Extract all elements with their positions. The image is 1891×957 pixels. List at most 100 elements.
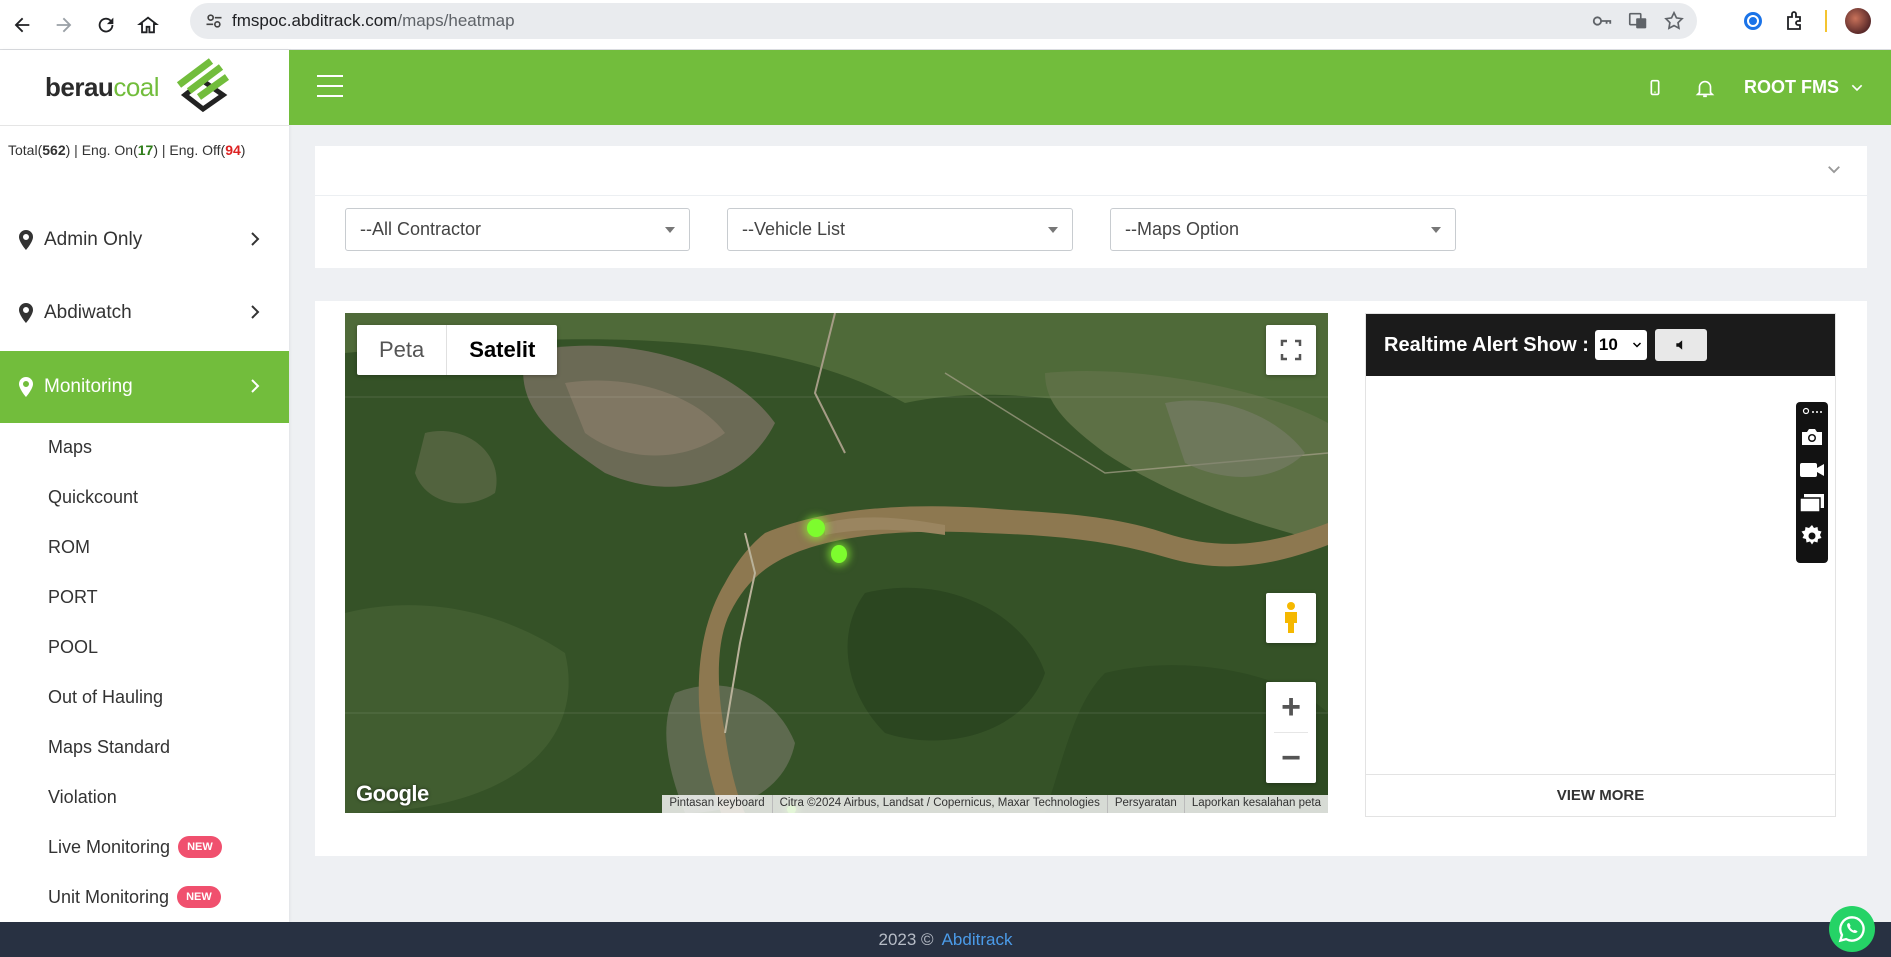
app-header: ROOT FMS (289, 50, 1891, 125)
google-logo: Google (356, 781, 429, 806)
whatsapp-chat-button[interactable] (1829, 906, 1875, 952)
gear-icon[interactable] (1796, 519, 1828, 552)
stats-total: 562 (42, 142, 66, 158)
bell-icon[interactable] (1694, 77, 1716, 99)
map-type-control: Peta Satelit (357, 325, 558, 375)
profile-avatar[interactable] (1845, 8, 1871, 34)
filter-panel-header (315, 146, 1867, 196)
alert-title: Realtime Alert Show : (1384, 333, 1589, 356)
street-view-pegman-button[interactable] (1266, 593, 1316, 643)
fullscreen-button[interactable] (1266, 325, 1316, 375)
back-icon[interactable] (2, 5, 42, 45)
sidebar-item-port[interactable]: PORT (48, 582, 98, 612)
stats-engine-on: 17 (137, 142, 154, 158)
contractor-select-value: --All Contractor (360, 219, 482, 239)
sidebar-item-quickcount[interactable]: Quickcount (48, 482, 138, 512)
footer-abditrack-link[interactable]: Abditrack (942, 930, 1013, 950)
sidebar-group-label: Admin Only (44, 229, 143, 250)
map-pin-icon (19, 377, 33, 397)
report-error-link[interactable]: Laporkan kesalahan peta (1183, 795, 1328, 813)
user-name: ROOT FMS (1744, 77, 1839, 97)
terms-link[interactable]: Persyaratan (1106, 795, 1184, 813)
site-info-icon[interactable] (196, 3, 232, 39)
new-badge: NEW (177, 886, 221, 908)
sidebar-item-violation[interactable]: Violation (48, 782, 117, 812)
chevron-down-icon[interactable] (1825, 160, 1843, 178)
whatsapp-icon (1838, 916, 1865, 943)
extensions-puzzle-icon[interactable] (1783, 9, 1807, 33)
sidebar-item-label: ROM (48, 536, 90, 557)
video-camera-icon[interactable] (1796, 453, 1828, 486)
capture-toolbar (1796, 402, 1828, 563)
sidebar-item-label: Unit Monitoring (48, 886, 170, 907)
stats-total-label: Total (8, 142, 38, 158)
reload-icon[interactable] (86, 5, 126, 45)
camera-icon[interactable] (1796, 420, 1828, 453)
sidebar-item-label: Violation (48, 786, 117, 807)
brand-wordmark: beraucoal (45, 72, 160, 103)
translate-icon[interactable] (1627, 10, 1649, 32)
browser-toolbar: fmspoc.abditrack.com/maps/heatmap (0, 0, 1891, 50)
keyboard-shortcuts-link[interactable]: Pintasan keyboard (662, 795, 771, 813)
brand-name-bold: berau (45, 72, 114, 102)
sound-toggle-button[interactable] (1654, 329, 1707, 361)
chevron-down-icon (1851, 84, 1863, 91)
sidebar-item-label: Quickcount (48, 486, 139, 507)
sidebar-item-label: Maps Standard (48, 736, 171, 757)
mobile-icon[interactable] (1644, 77, 1666, 99)
forward-icon[interactable] (44, 5, 84, 45)
caret-down-icon (1431, 227, 1441, 233)
engine-stats: Total(562) | Eng. On(17) | Eng. Off(94) (8, 142, 246, 158)
sidebar-group-abdiwatch[interactable]: Abdiwatch (0, 277, 289, 349)
stats-engine-off: 94 (225, 142, 241, 158)
sidebar-group-monitoring[interactable]: Monitoring (0, 351, 289, 423)
contractor-select[interactable]: --All Contractor (345, 208, 690, 251)
caret-down-icon (1048, 227, 1058, 233)
fullscreen-icon (1280, 339, 1302, 361)
map-type-peta-button[interactable]: Peta (357, 325, 446, 375)
sidebar-item-pool[interactable]: POOL (48, 632, 98, 662)
alert-count-select[interactable]: 10 (1594, 330, 1647, 360)
hamburger-menu-icon[interactable] (317, 75, 343, 97)
sidebar-item-live-monitoring[interactable]: Live Monitoring NEW (48, 832, 222, 862)
address-bar[interactable]: fmspoc.abditrack.com/maps/heatmap (190, 3, 1697, 39)
sidebar-item-rom[interactable]: ROM (48, 532, 90, 562)
toolbar-divider (1825, 10, 1827, 32)
heatmap-map[interactable]: Peta Satelit + − Google Pintasan keyboar… (345, 313, 1328, 813)
sidebar-item-unit-monitoring[interactable]: Unit Monitoring NEW (48, 882, 221, 912)
sidebar-item-label: Maps (48, 436, 93, 457)
home-icon[interactable] (128, 5, 168, 45)
caret-down-icon (665, 227, 675, 233)
heatmap-point (831, 545, 847, 563)
vehicle-select[interactable]: --Vehicle List (727, 208, 1073, 251)
alert-panel-header: Realtime Alert Show : 10 (1366, 314, 1835, 376)
map-pin-icon (19, 303, 33, 323)
new-badge: NEW (178, 836, 222, 858)
sidebar-item-maps[interactable]: Maps (48, 432, 92, 462)
url-text: fmspoc.abditrack.com/maps/heatmap (232, 11, 515, 31)
zoom-in-button[interactable]: + (1266, 682, 1316, 732)
user-menu[interactable]: ROOT FMS (1744, 77, 1865, 98)
sidebar-group-label: Abdiwatch (44, 302, 132, 323)
extension-e-icon[interactable] (1741, 9, 1765, 33)
map-type-satelit-button[interactable]: Satelit (446, 325, 557, 375)
sidebar-item-label: Live Monitoring (48, 836, 171, 857)
sidebar-item-maps-standard[interactable]: Maps Standard (48, 732, 170, 762)
sidebar: beraucoal Total(562) | Eng. On(17) | Eng… (0, 50, 289, 922)
key-icon[interactable] (1591, 10, 1613, 32)
more-options-icon[interactable] (1796, 402, 1828, 420)
vehicle-select-value: --Vehicle List (742, 219, 846, 239)
map-attribution: Pintasan keyboard Citra ©2024 Airbus, La… (662, 795, 1328, 813)
sidebar-item-label: Out of Hauling (48, 686, 164, 707)
maps-option-select[interactable]: --Maps Option (1110, 208, 1456, 251)
bookmark-star-icon[interactable] (1663, 10, 1685, 32)
imagery-credit: Citra ©2024 Airbus, Landsat / Copernicus… (771, 795, 1107, 813)
sidebar-item-out-of-hauling[interactable]: Out of Hauling (48, 682, 163, 712)
windows-icon[interactable] (1796, 486, 1828, 519)
view-more-button[interactable]: VIEW MORE (1366, 774, 1835, 816)
sidebar-group-admin-only[interactable]: Admin Only (0, 204, 289, 276)
stats-on-label: | Eng. On (74, 142, 134, 158)
brand-logo[interactable]: beraucoal (0, 50, 289, 126)
zoom-out-button[interactable]: − (1266, 733, 1316, 783)
sidebar-item-label: POOL (48, 636, 99, 657)
